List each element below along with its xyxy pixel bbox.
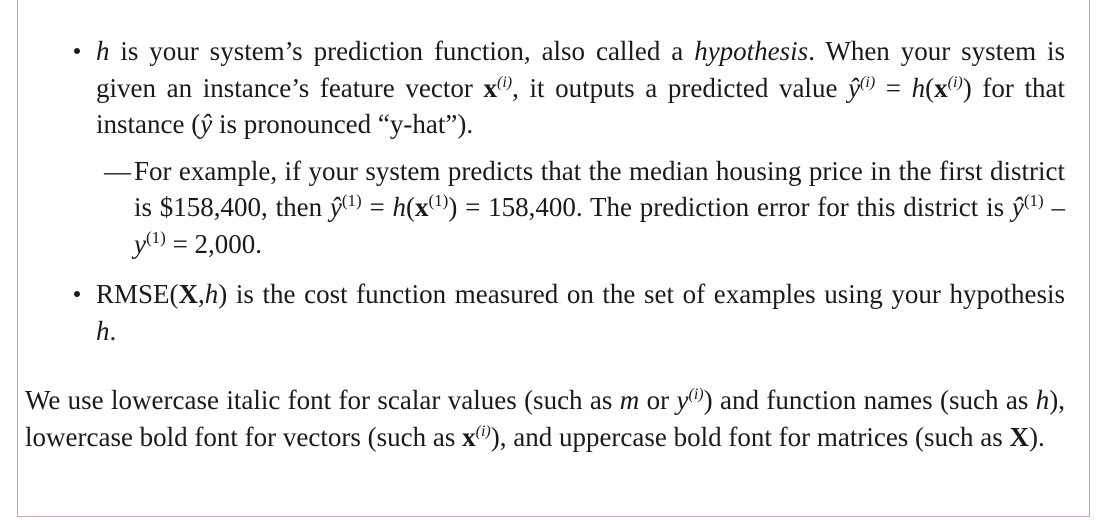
text: ) and function names (such as [703,385,1036,415]
superscript: (i) [476,421,491,440]
math-x: x [934,72,948,103]
text: RMSE( [96,279,179,309]
math-X: X [178,279,199,309]
math-yhat: ŷ [1011,192,1024,222]
superscript: (1) [341,191,362,210]
superscript: (1) [428,191,449,210]
dash-marker: — [104,155,131,186]
superscript: (i) [497,72,512,91]
text: . [109,315,117,346]
math-y: y [134,228,146,259]
math-X: X [1009,421,1030,452]
bullet-rmse: RMSE(X,h) is the cost function measured … [25,276,1065,349]
text: ) is the cost function measured on the s… [218,279,1065,309]
math-yhat: ŷ [848,72,861,103]
math-x: x [462,421,476,452]
superscript: (i) [948,72,963,91]
math-x: x [483,72,498,103]
math-x: x [415,192,429,222]
text: , [198,279,205,309]
superscript: (1) [145,227,166,247]
text: ), and uppercase bold font for matrices … [490,421,1010,452]
sub-item-example: — For example, if your system predicts th… [25,153,1065,263]
superscript: (i) [860,72,875,91]
bullet-dot-icon [74,291,80,297]
math-h: h [96,36,110,66]
text: ). [1029,421,1045,452]
superscript-text: (i) [860,73,876,91]
text: ( [925,72,935,103]
math-h: h [911,72,926,103]
math-m: m [619,385,640,415]
math-h: h [1035,385,1050,415]
text: ) [962,72,972,103]
math-y: y [676,385,689,415]
superscript-text: (i) [497,73,513,91]
text: = [361,192,393,222]
bullet-hypothesis: h is your system’s prediction function, … [25,33,1065,143]
text: = [875,72,912,103]
document-content: h is your system’s prediction function, … [25,33,1065,455]
math-h: h [392,192,407,222]
superscript-text: (i) [475,422,491,440]
superscript-text: (i) [947,73,963,91]
superscript: (1) [1023,191,1044,210]
text: We use lowercase italic font for scalar … [25,385,620,415]
text: ) = 158,400. The prediction error for th… [448,192,1012,222]
math-h: h [96,315,110,346]
math-yhat: ŷ [329,192,342,222]
math-h: h [204,279,219,309]
text: , it outputs a predicted value [512,72,849,103]
text: is pronounced “y-hat”). [212,109,474,139]
math-yhat: ŷ [200,109,213,139]
notation-paragraph: We use lowercase italic font for scalar … [25,382,1065,455]
text: – [1043,192,1066,222]
term-hypothesis: hypothesis [694,36,809,66]
superscript: (i) [689,384,704,403]
text: or [639,385,677,415]
text: = 2,000. [165,228,263,259]
text: is your system’s prediction function, al… [109,36,695,66]
text: ( [406,192,416,222]
superscript-text: (i) [688,386,704,403]
bullet-dot-icon [74,48,80,54]
